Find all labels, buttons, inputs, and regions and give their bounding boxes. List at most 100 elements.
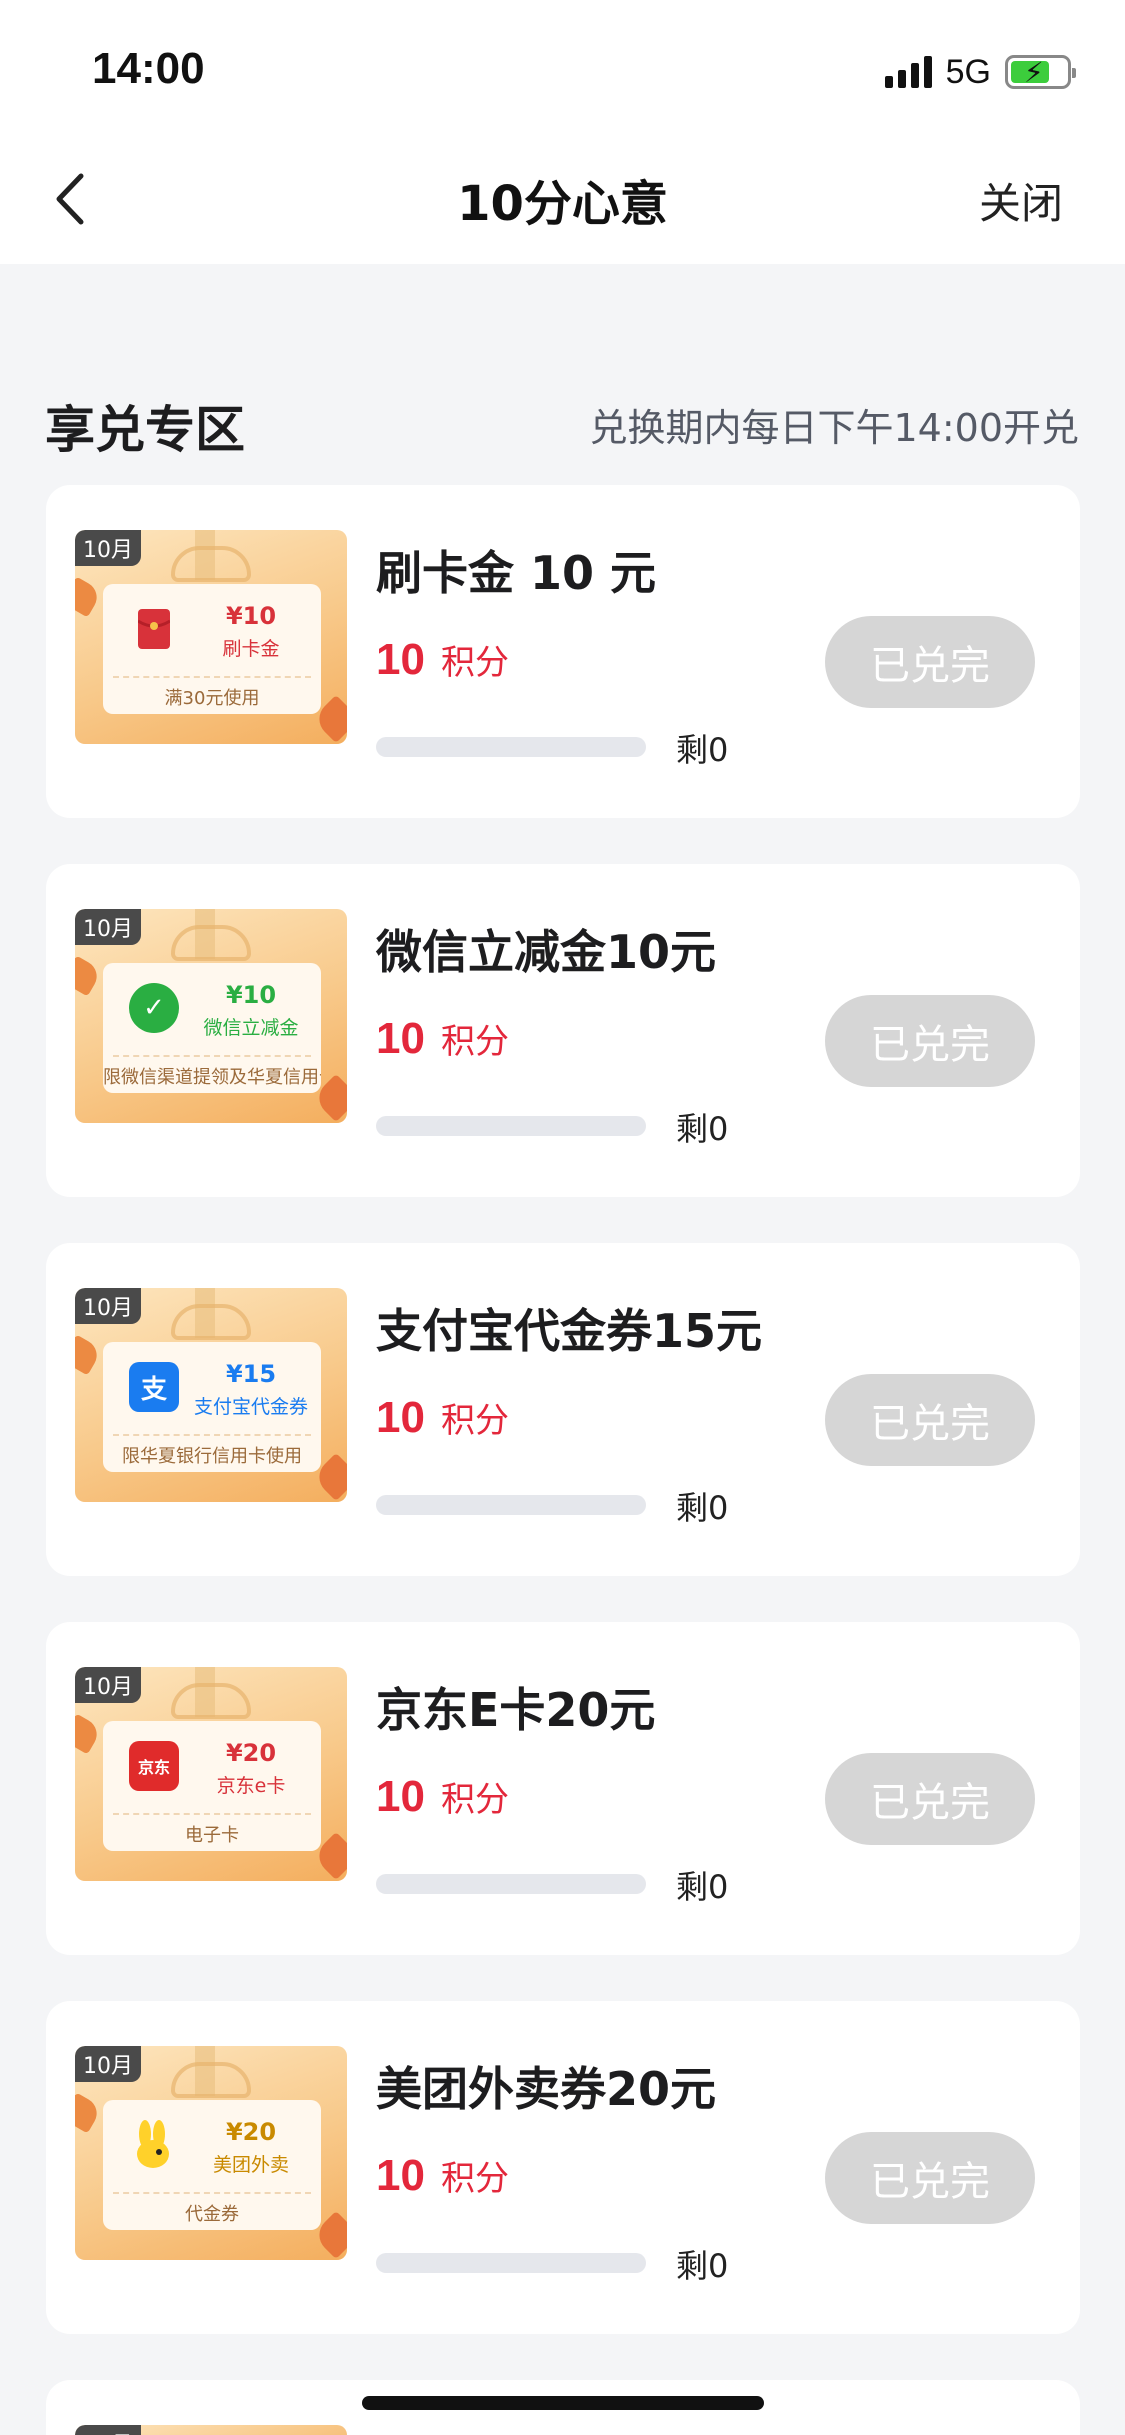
close-button[interactable]: 关闭 xyxy=(979,170,1063,231)
signal-icon xyxy=(884,56,932,88)
maple-leaf-icon xyxy=(75,576,103,618)
reward-thumbnail: ¥10 刷卡金 满30元使用 10月 xyxy=(75,530,347,744)
month-badge: 10月 xyxy=(75,2425,141,2435)
jd-icon: 京东 xyxy=(129,1741,179,1791)
points-unit: 积分 xyxy=(440,2159,509,2199)
reward-points: 10 积分 xyxy=(376,1772,509,1822)
reward-card[interactable]: 京东 ¥20 京东e卡 电子卡 10月 京东E卡20元 10 积分 剩0 已兑完 xyxy=(46,1622,1080,1955)
coupon-note: 限微信渠道提领及华夏信用卡使用 xyxy=(103,1067,321,1088)
month-badge: 10月 xyxy=(75,1288,141,1324)
coupon-ticket: 京东 ¥20 京东e卡 电子卡 xyxy=(103,1721,321,1851)
reward-title: 刷卡金 10 元 xyxy=(376,546,657,600)
coupon-ticket: ✓ ¥10 微信立减金 限微信渠道提领及华夏信用卡使用 xyxy=(103,963,321,1093)
reward-points: 10 积分 xyxy=(376,1393,509,1443)
maple-leaf-icon xyxy=(75,2092,103,2134)
points-unit: 积分 xyxy=(440,643,509,683)
reward-card[interactable]: 支 ¥15 支付宝代金券 限华夏银行信用卡使用 10月 支付宝代金券15元 10… xyxy=(46,1243,1080,1576)
maple-leaf-icon xyxy=(75,1713,103,1755)
gift-bow-icon xyxy=(171,546,251,582)
reward-card[interactable]: ¥20 美团外卖 代金券 10月 美团外卖券20元 10 积分 剩0 已兑完 xyxy=(46,2001,1080,2334)
coupon-note: 代金券 xyxy=(185,2204,239,2225)
coupon-note: 满30元使用 xyxy=(164,688,260,709)
points-unit: 积分 xyxy=(440,1022,509,1062)
reward-thumbnail: ✓ ¥10 微信立减金 限微信渠道提领及华夏信用卡使用 10月 xyxy=(75,909,347,1123)
reward-title: 美团外卖券20元 xyxy=(376,2062,717,2116)
red-envelope-icon xyxy=(129,604,179,654)
reward-thumbnail: 京东 ¥20 京东e卡 电子卡 10月 xyxy=(75,1667,347,1881)
meituan-kangaroo-icon xyxy=(129,2120,179,2170)
remaining-stock: 剩0 xyxy=(676,1489,729,1527)
stock-progress-bar xyxy=(376,1874,646,1894)
coupon-amount: ¥20 xyxy=(225,2118,277,2146)
remaining-stock: 剩0 xyxy=(676,1110,729,1148)
stock-progress-bar xyxy=(376,1116,646,1136)
reward-card[interactable]: ¥10 刷卡金 满30元使用 10月 刷卡金 10 元 10 积分 剩0 已兑完 xyxy=(46,485,1080,818)
reward-thumbnail: ¥20 美团外卖 代金券 10月 xyxy=(75,2046,347,2260)
wechat-pay-icon: ✓ xyxy=(129,983,179,1033)
coupon-note: 电子卡 xyxy=(185,1825,239,1846)
coupon-amount: ¥10 xyxy=(225,981,277,1009)
maple-leaf-icon xyxy=(75,955,103,997)
coupon-name: 京东e卡 xyxy=(216,1775,286,1797)
reward-points: 10 积分 xyxy=(376,635,509,685)
remaining-stock: 剩0 xyxy=(676,1868,729,1906)
stock-progress-bar xyxy=(376,2253,646,2273)
status-indicators: 5G ⚡ xyxy=(884,50,1076,94)
coupon-ticket: 支 ¥15 支付宝代金券 限华夏银行信用卡使用 xyxy=(103,1342,321,1472)
points-unit: 积分 xyxy=(440,1401,509,1441)
stock-progress-bar xyxy=(376,737,646,757)
reward-points: 10 积分 xyxy=(376,1014,509,1064)
redeem-button[interactable]: 已兑完 xyxy=(825,1374,1035,1466)
home-indicator xyxy=(362,2396,764,2410)
battery-icon: ⚡ xyxy=(1005,55,1076,89)
reward-title: 微信立减金10元 xyxy=(376,925,717,979)
month-badge: 10月 xyxy=(75,2046,141,2082)
points-value: 10 xyxy=(376,635,425,684)
reward-card[interactable]: ✓ ¥10 微信立减金 限微信渠道提领及华夏信用卡使用 10月 微信立减金10元… xyxy=(46,864,1080,1197)
coupon-note: 限华夏银行信用卡使用 xyxy=(122,1446,302,1467)
month-badge: 10月 xyxy=(75,530,141,566)
nav-bar: 10分心意 关闭 xyxy=(0,140,1125,264)
redeem-button[interactable]: 已兑完 xyxy=(825,1753,1035,1845)
redeem-button[interactable]: 已兑完 xyxy=(825,995,1035,1087)
redeem-button[interactable]: 已兑完 xyxy=(825,2132,1035,2224)
points-value: 10 xyxy=(376,1772,425,1821)
alipay-icon: 支 xyxy=(129,1362,179,1412)
reward-points: 10 积分 xyxy=(376,2151,509,2201)
coupon-ticket: ¥10 刷卡金 满30元使用 xyxy=(103,584,321,714)
month-badge: 10月 xyxy=(75,1667,141,1703)
maple-leaf-icon xyxy=(75,1334,103,1376)
charging-icon: ⚡ xyxy=(1024,56,1044,89)
remaining-stock: 剩0 xyxy=(676,2247,729,2285)
status-time: 14:00 xyxy=(92,44,205,93)
coupon-amount: ¥20 xyxy=(225,1739,277,1767)
coupon-name: 刷卡金 xyxy=(222,638,280,660)
coupon-name: 美团外卖 xyxy=(212,2154,289,2176)
section-subtitle: 兑换期内每日下午14:00开兑 xyxy=(589,406,1079,450)
points-value: 10 xyxy=(376,1014,425,1063)
reward-title: 支付宝代金券15元 xyxy=(376,1304,763,1358)
reward-thumbnail: 支 ¥15 支付宝代金券 限华夏银行信用卡使用 10月 xyxy=(75,1288,347,1502)
section-title: 享兑专区 xyxy=(45,401,245,459)
reward-list: ¥10 刷卡金 满30元使用 10月 刷卡金 10 元 10 积分 剩0 已兑完… xyxy=(46,485,1080,2435)
gift-bow-icon xyxy=(171,925,251,961)
coupon-amount: ¥10 xyxy=(225,602,277,630)
reward-title: 京东E卡20元 xyxy=(376,1683,656,1737)
points-value: 10 xyxy=(376,2151,425,2200)
coupon-name: 支付宝代金券 xyxy=(193,1396,308,1418)
gift-bow-icon xyxy=(171,1683,251,1719)
coupon-name: 微信立减金 xyxy=(203,1017,299,1039)
remaining-stock: 剩0 xyxy=(676,731,729,769)
reward-thumbnail: 10月 xyxy=(75,2425,347,2435)
page-title: 10分心意 xyxy=(457,176,668,232)
network-type: 5G xyxy=(945,52,991,91)
status-bar: 14:00 5G ⚡ xyxy=(0,0,1125,140)
points-unit: 积分 xyxy=(440,1780,509,1820)
coupon-amount: ¥15 xyxy=(225,1360,277,1388)
gift-bow-icon xyxy=(171,1304,251,1340)
month-badge: 10月 xyxy=(75,909,141,945)
coupon-ticket: ¥20 美团外卖 代金券 xyxy=(103,2100,321,2230)
gift-bow-icon xyxy=(171,2062,251,2098)
stock-progress-bar xyxy=(376,1495,646,1515)
redeem-button[interactable]: 已兑完 xyxy=(825,616,1035,708)
